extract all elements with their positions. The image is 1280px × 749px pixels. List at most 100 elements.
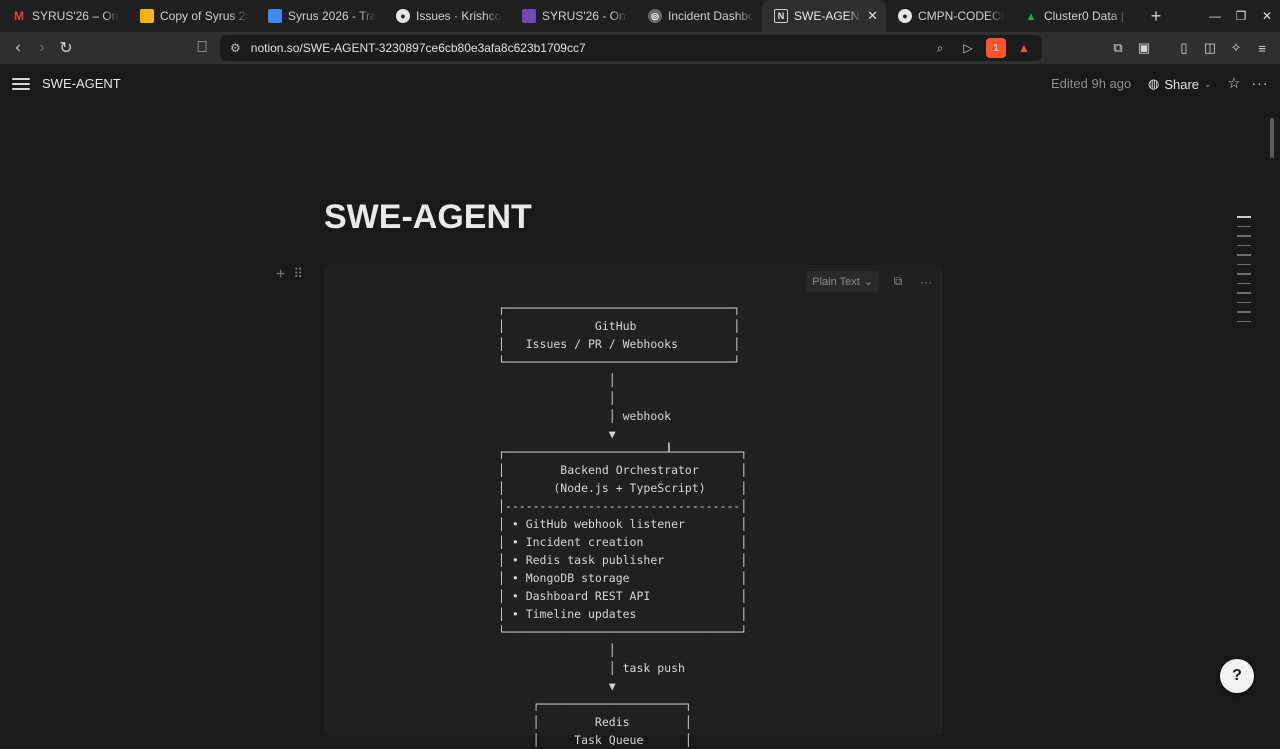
code-line: │	[498, 643, 616, 657]
close-window-icon[interactable]: ✕	[1254, 0, 1280, 32]
toc-marker[interactable]	[1237, 273, 1251, 275]
code-line: │ task push	[498, 661, 685, 675]
toc-marker[interactable]	[1237, 301, 1251, 303]
code-line: │ • MongoDB storage │	[498, 571, 748, 585]
code-line: ┌─────────────────────────────────┐	[498, 301, 741, 315]
toc-marker[interactable]	[1237, 225, 1251, 227]
chevron-down-icon: ⌄	[1204, 78, 1212, 89]
notion-icon: N	[774, 9, 788, 23]
site-info-icon[interactable]: ⚙	[230, 41, 241, 55]
globe-icon: ◍	[1148, 76, 1160, 91]
toc-marker[interactable]	[1237, 244, 1251, 246]
code-line: │----------------------------------│	[498, 499, 748, 513]
code-line: │	[498, 391, 616, 405]
maximize-icon[interactable]: ❐	[1228, 0, 1254, 32]
zoom-icon[interactable]: ⌕	[930, 38, 950, 58]
code-block[interactable]: Plain Text ⌄ ⧉ ··· ┌────────────────────…	[324, 265, 943, 747]
toc-marker[interactable]	[1237, 254, 1251, 256]
code-line: │ • GitHub webhook listener │	[498, 517, 748, 531]
share-button[interactable]: ◍ Share ⌄	[1140, 72, 1220, 96]
tab-label: CMPN-CODECE	[918, 9, 1004, 23]
code-line: ▼	[498, 427, 616, 441]
toc-marker[interactable]	[1237, 282, 1251, 284]
new-tab-button[interactable]: +	[1142, 2, 1170, 30]
chevron-down-icon: ⌄	[863, 276, 873, 288]
code-line: │ webhook	[498, 409, 672, 423]
add-block-icon[interactable]: +	[276, 266, 285, 284]
browser-tab-strip: M SYRUS'26 – Onli Copy of Syrus 20 Syrus…	[0, 0, 1280, 32]
tab-label: SYRUS'26 - Onli	[542, 9, 628, 23]
forms-icon	[522, 9, 536, 23]
window-controls: — ❐ ✕	[1202, 0, 1280, 32]
extensions-icon[interactable]: ⧉	[1108, 38, 1128, 58]
browser-tab-active[interactable]: N SWE-AGENT ✕	[762, 0, 886, 32]
more-options-icon[interactable]: ···	[1250, 73, 1270, 93]
drag-handle-icon[interactable]: ⠿	[293, 266, 303, 284]
code-line: │ GitHub │	[498, 319, 741, 333]
breadcrumb[interactable]: SWE-AGENT	[42, 76, 121, 91]
code-line: ┌──────────────────────────────────┐	[498, 445, 748, 459]
browser-tab[interactable]: ◎ Incident Dashbo	[636, 0, 762, 32]
tab-label: Copy of Syrus 20	[160, 9, 248, 23]
code-language-select[interactable]: Plain Text ⌄	[806, 271, 879, 292]
code-line: ▼	[498, 679, 616, 693]
favorite-star-icon[interactable]: ☆	[1224, 73, 1244, 93]
code-block-toolbar: Plain Text ⌄ ⧉ ···	[806, 271, 935, 292]
toolbar-divider	[1160, 38, 1168, 58]
sidebar-toggle-icon[interactable]	[12, 75, 30, 93]
wallet-icon[interactable]: ◫	[1200, 38, 1220, 58]
copy-icon[interactable]: ⧉	[889, 273, 907, 291]
minimize-icon[interactable]: —	[1202, 0, 1228, 32]
edited-timestamp: Edited 9h ago	[1051, 76, 1132, 91]
browser-tab[interactable]: ▴ Cluster0 Data | C	[1012, 0, 1136, 32]
brave-rewards-icon[interactable]: ▲	[1014, 38, 1034, 58]
code-line: │ • Incident creation │	[498, 535, 748, 549]
block-handles: + ⠿	[276, 266, 303, 284]
code-line: │ • Dashboard REST API │	[498, 589, 748, 603]
send-icon[interactable]: ▷	[958, 38, 978, 58]
notion-ai-help-icon[interactable]: ?	[1220, 659, 1254, 693]
code-language-label: Plain Text	[812, 275, 860, 288]
back-icon[interactable]: ‹	[6, 36, 30, 60]
browser-tab[interactable]: ● Issues · Krishcod	[384, 0, 510, 32]
toc-marker[interactable]	[1237, 216, 1251, 218]
code-line: │	[498, 373, 616, 387]
forward-icon[interactable]: ›	[30, 36, 54, 60]
bookmark-icon[interactable]: ⎕	[190, 36, 214, 60]
text-cursor-icon: I	[667, 439, 671, 455]
toc-marker[interactable]	[1237, 235, 1251, 237]
menu-icon[interactable]: ≡	[1252, 38, 1272, 58]
tab-label: SWE-AGENT	[794, 9, 862, 23]
browser-tab[interactable]: Syrus 2026 - Tra	[256, 0, 384, 32]
leo-ai-icon[interactable]: ✧	[1226, 38, 1246, 58]
more-options-icon[interactable]: ···	[917, 273, 935, 291]
page-title[interactable]: SWE-AGENT	[324, 198, 532, 237]
scrollbar-thumb[interactable]	[1270, 118, 1274, 158]
github-icon: ●	[898, 9, 912, 23]
code-line: │ Task Queue │	[498, 733, 692, 747]
code-content[interactable]: ┌─────────────────────────────────┐ │ Git…	[498, 299, 747, 749]
browser-tab[interactable]: Copy of Syrus 20	[128, 0, 256, 32]
toc-marker[interactable]	[1237, 320, 1251, 322]
toc-marker[interactable]	[1237, 311, 1251, 313]
notion-topbar: SWE-AGENT Edited 9h ago ◍ Share ⌄ ☆ ···	[0, 64, 1280, 104]
gmail-icon: M	[14, 9, 24, 23]
toc-marker[interactable]	[1237, 263, 1251, 265]
tab-label: Cluster0 Data | C	[1044, 9, 1128, 23]
tab-label: Incident Dashbo	[668, 9, 754, 23]
table-of-contents-minimap[interactable]	[1237, 216, 1251, 322]
browser-tab[interactable]: M SYRUS'26 – Onli	[0, 0, 128, 32]
sidebar-icon[interactable]: ▯	[1174, 38, 1194, 58]
code-line: ┌─────────────────────┐	[498, 697, 692, 711]
toc-marker[interactable]	[1237, 292, 1251, 294]
docs-icon	[268, 9, 282, 23]
globe-icon: ◎	[648, 9, 662, 23]
browser-tab[interactable]: ● CMPN-CODECE	[886, 0, 1012, 32]
address-bar[interactable]: ⚙ notion.so/SWE-AGENT-3230897ce6cb80e3af…	[220, 35, 1042, 61]
reload-icon[interactable]: ↻	[54, 36, 78, 60]
brave-shields-icon[interactable]: 1	[986, 38, 1006, 58]
close-icon[interactable]: ✕	[867, 8, 878, 24]
code-line: │ • Redis task publisher │	[498, 553, 748, 567]
screenshot-icon[interactable]: ▣	[1134, 38, 1154, 58]
browser-tab[interactable]: SYRUS'26 - Onli	[510, 0, 636, 32]
